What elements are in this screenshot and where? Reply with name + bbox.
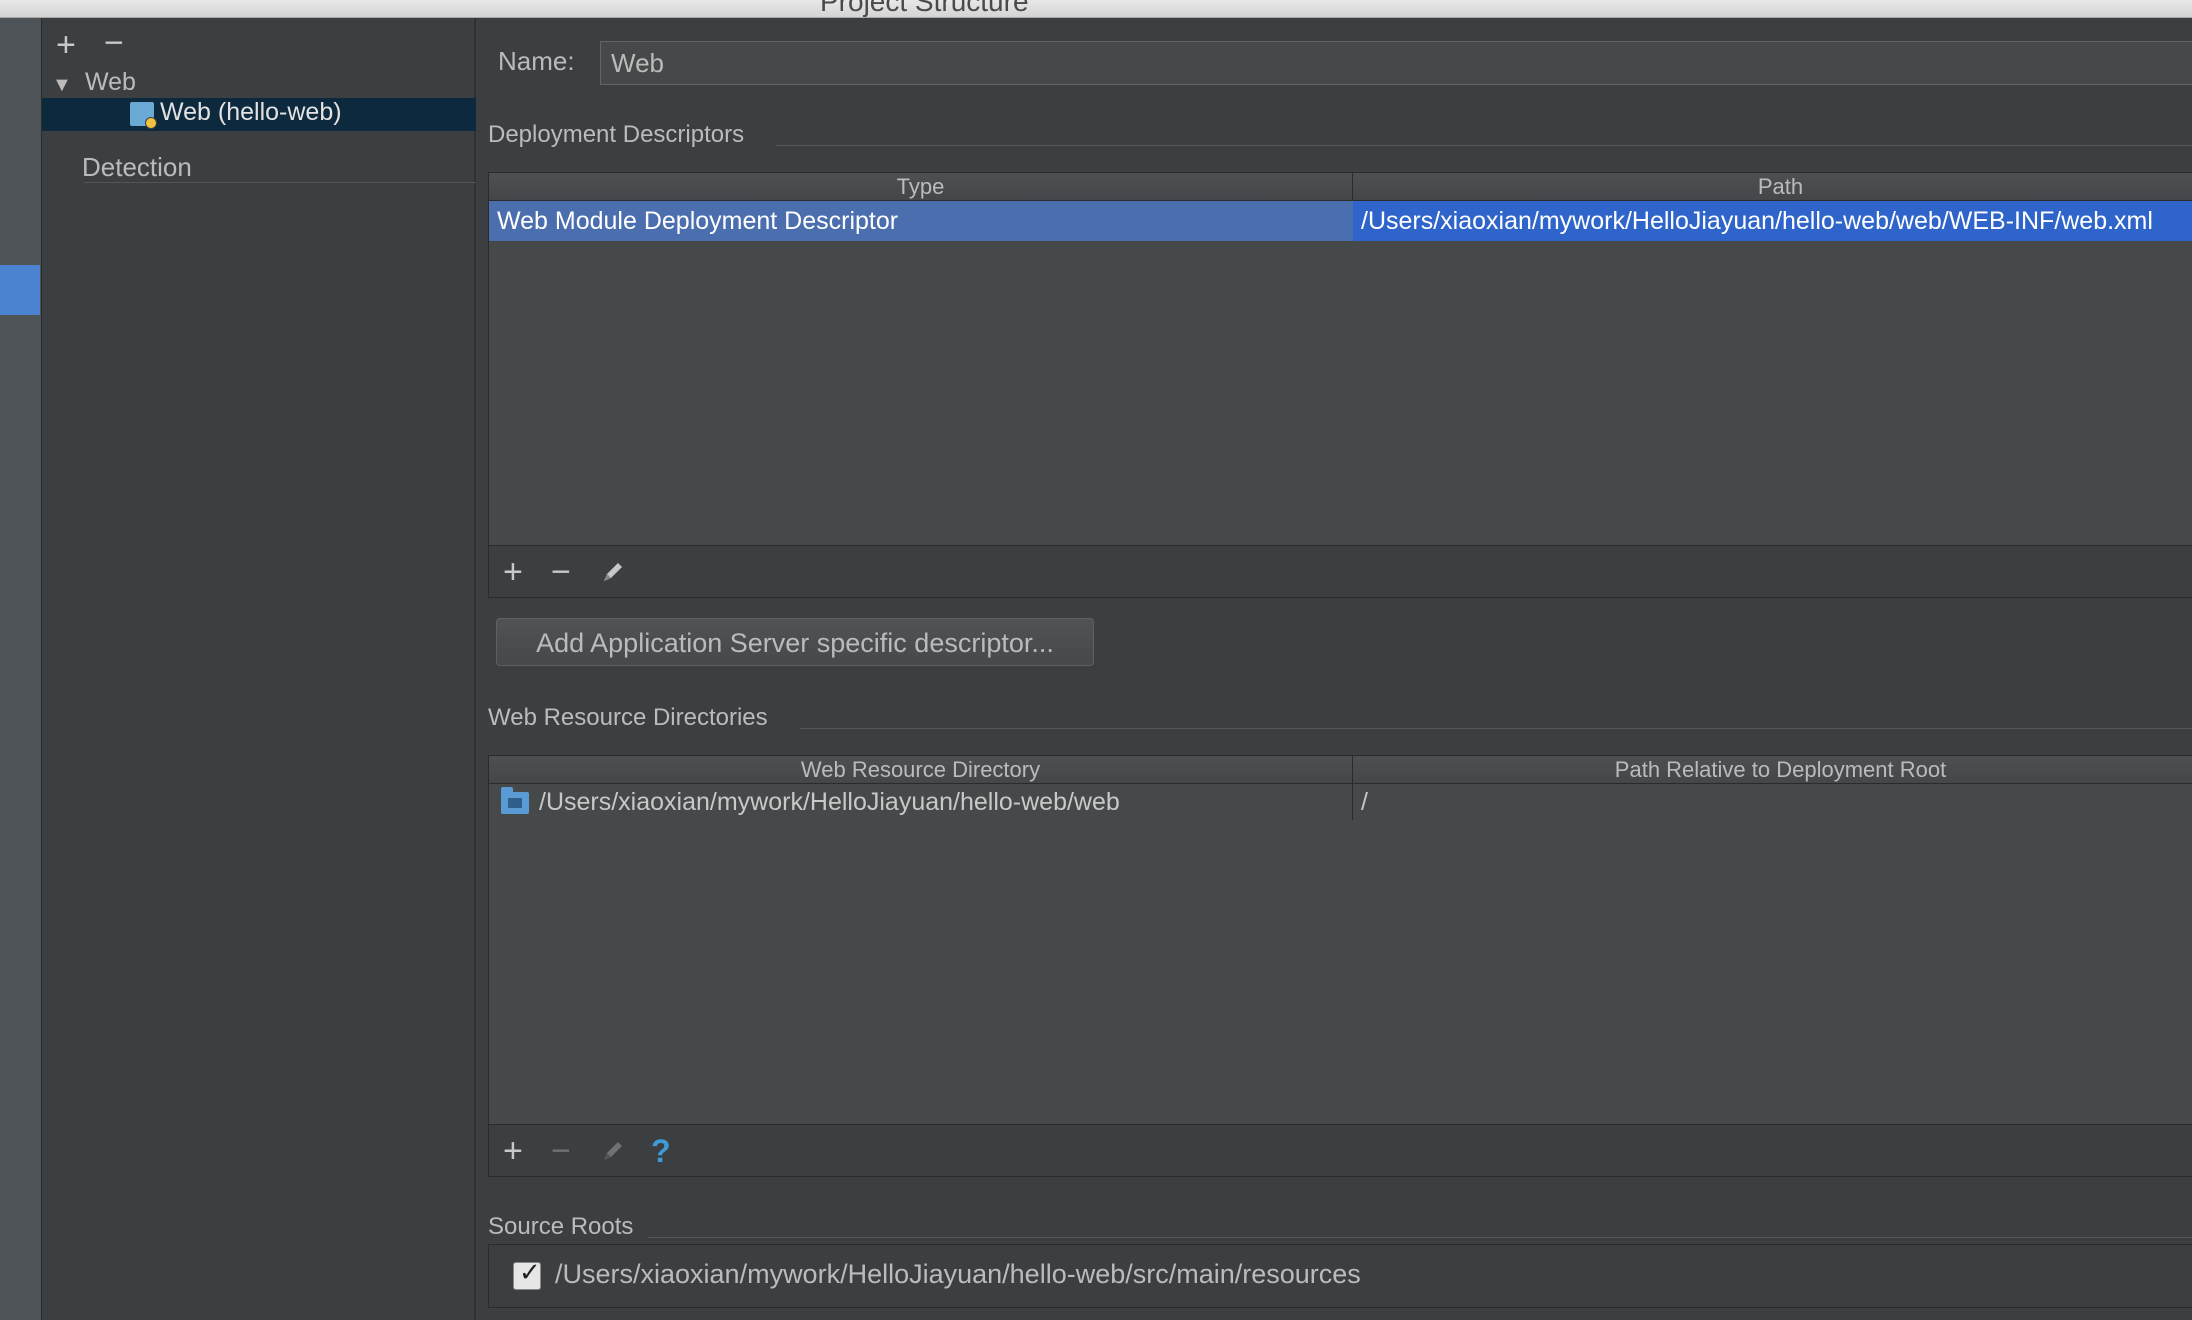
web-resource-directories-table: Web Resource Directory Path Relative to …	[488, 755, 2192, 1177]
add-resource-dir-button[interactable]: +	[503, 1131, 523, 1171]
facet-settings-panel: Name: Deployment Descriptors Type Path W…	[478, 18, 2192, 1320]
tree-item-label[interactable]: Web (hello-web)	[160, 98, 342, 127]
help-icon[interactable]: ?	[651, 1131, 671, 1171]
table-header: Type Path	[489, 173, 2192, 201]
resource-dir-toolbar: + − ?	[489, 1124, 2192, 1176]
pencil-icon[interactable]	[601, 560, 625, 584]
column-header-path[interactable]: Path	[1352, 173, 2192, 201]
expand-arrow-icon[interactable]: ▼	[52, 74, 72, 97]
checkmark-icon: ✓	[519, 1257, 541, 1287]
deployment-descriptors-table: Type Path Web Module Deployment Descript…	[488, 172, 2192, 598]
remove-resource-dir-button[interactable]: −	[551, 1131, 571, 1171]
source-roots-list: ✓ /Users/xiaoxian/mywork/HelloJiayuan/he…	[488, 1244, 2192, 1308]
pencil-icon[interactable]	[601, 1139, 625, 1163]
minus-icon[interactable]: −	[104, 26, 124, 60]
section-title-source-roots: Source Roots	[488, 1213, 634, 1240]
column-header-type[interactable]: Type	[489, 173, 1352, 201]
tree-item-web[interactable]: Web	[85, 68, 136, 97]
window-title: Project Structure	[820, 0, 1029, 17]
cell-relative-path: /	[1361, 788, 1368, 816]
section-title-web-resource-directories: Web Resource Directories	[488, 704, 768, 731]
left-strip-selected-item[interactable]	[0, 265, 40, 315]
tree-item-detection[interactable]: Detection	[82, 152, 192, 183]
column-header-directory[interactable]: Web Resource Directory	[489, 756, 1352, 784]
divider	[800, 728, 2192, 729]
folder-icon	[501, 787, 529, 814]
facet-tree-pane: + − ▼ Web Web (hello-web) Detection	[42, 18, 476, 1320]
table-header: Web Resource Directory Path Relative to …	[489, 756, 2192, 784]
divider	[84, 182, 476, 183]
name-label: Name:	[498, 46, 575, 76]
plus-icon[interactable]: +	[56, 28, 76, 62]
table-row[interactable]: Web Module Deployment Descriptor /Users/…	[489, 201, 2192, 241]
left-category-strip	[0, 18, 42, 1320]
divider	[648, 1237, 2192, 1238]
web-module-icon	[130, 102, 157, 129]
column-header-relative-path[interactable]: Path Relative to Deployment Root	[1352, 756, 2192, 784]
add-server-descriptor-button[interactable]: Add Application Server specific descript…	[496, 618, 1094, 666]
divider	[776, 145, 2192, 146]
table-row[interactable]: /Users/xiaoxian/mywork/HelloJiayuan/hell…	[489, 784, 2192, 820]
cell-path: /Users/xiaoxian/mywork/HelloJiayuan/hell…	[1353, 201, 2192, 241]
source-root-path: /Users/xiaoxian/mywork/HelloJiayuan/hell…	[555, 1259, 1361, 1289]
source-root-checkbox[interactable]: ✓	[513, 1257, 541, 1290]
cell-directory: /Users/xiaoxian/mywork/HelloJiayuan/hell…	[539, 788, 1120, 816]
name-input[interactable]	[600, 41, 2192, 85]
add-descriptor-button[interactable]: +	[503, 552, 523, 592]
section-title-deployment-descriptors: Deployment Descriptors	[488, 121, 745, 148]
descriptor-toolbar: + −	[489, 545, 2192, 597]
cell-type: Web Module Deployment Descriptor	[497, 207, 899, 235]
title-bar: Project Structure	[0, 0, 2192, 18]
remove-descriptor-button[interactable]: −	[551, 552, 571, 592]
